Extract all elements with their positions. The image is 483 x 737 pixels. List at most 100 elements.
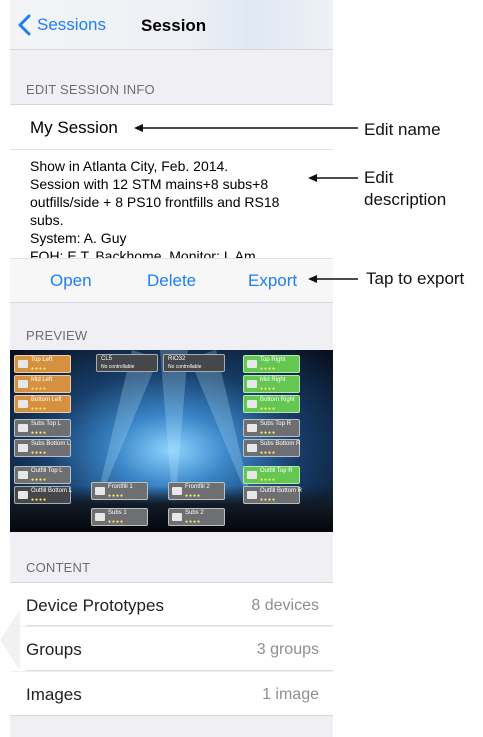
tile-sublabel: No controllable: [101, 364, 135, 370]
speaker-icon: [95, 487, 105, 495]
tile-label: Outfill Bottom L: [31, 488, 73, 494]
content-header: CONTENT: [26, 560, 91, 575]
status-dots: ●●●●: [185, 519, 202, 525]
status-dots: ●●●●: [260, 406, 277, 412]
status-dots: ●●●●: [260, 450, 277, 456]
tile-label: CL5: [101, 356, 113, 362]
status-dots: ●●●●: [31, 366, 48, 372]
tile-mid-left: Mid Left ●●●●: [14, 375, 71, 393]
annotation-tap-to-export: Tap to export: [366, 269, 465, 288]
tile-label: Subs 2: [185, 510, 204, 516]
content-row-device-prototypes[interactable]: Device Prototypes 8 devices: [10, 582, 333, 626]
content-row-groups[interactable]: Groups 3 groups: [10, 627, 333, 671]
delete-button[interactable]: Delete: [147, 271, 196, 291]
status-dots: ●●●●: [260, 366, 277, 372]
speaker-icon: [95, 513, 105, 521]
speaker-icon: [247, 491, 257, 499]
tile-label: Subs Bottom R: [260, 441, 301, 447]
row-label: Groups: [26, 640, 82, 659]
status-dots: ●●●●: [31, 497, 48, 503]
speaker-icon: [172, 487, 182, 495]
tile-label: Outfill Top R: [260, 468, 293, 474]
session-actions-bar: Open Delete Export: [10, 258, 333, 303]
tile-subs-bottom-r: Subs Bottom R ●●●●: [243, 439, 300, 457]
status-dots: ●●●●: [31, 386, 48, 392]
tile-outfill-top-r: Outfill Top R ●●●●: [243, 466, 300, 484]
tile-label: Subs Top R: [260, 421, 291, 427]
session-name-field[interactable]: My Session: [10, 104, 333, 149]
speaker-icon: [247, 444, 257, 452]
open-button[interactable]: Open: [50, 271, 92, 291]
tile-top-right: Top Right ●●●●: [243, 355, 300, 373]
tile-subs-2: Subs 2 ●●●●: [168, 508, 225, 526]
tile-cl5: CL5 No controllable: [96, 354, 158, 372]
status-dots: ●●●●: [108, 493, 125, 499]
tile-label: Subs Top L: [31, 421, 61, 427]
tile-label: Outfill Bottom R: [260, 488, 303, 494]
speaker-icon: [18, 400, 28, 408]
row-value: 3 groups: [256, 641, 319, 658]
content-row-images[interactable]: Images 1 image: [10, 672, 333, 716]
tile-label: Subs 1: [108, 510, 127, 516]
back-button[interactable]: Sessions: [16, 14, 106, 36]
row-value: 8 devices: [251, 597, 319, 614]
annotation-edit-description: Edit description: [364, 168, 447, 209]
tile-bottom-right: Bottom Right ●●●●: [243, 395, 300, 413]
status-dots: ●●●●: [31, 430, 48, 436]
tile-frontfill-2: Frontfill 2 ●●●●: [168, 482, 225, 500]
speaker-icon: [18, 424, 28, 432]
edit-session-info-header: EDIT SESSION INFO: [26, 82, 155, 97]
tile-label: Subs Bottom L: [31, 441, 71, 447]
status-dots: ●●●●: [31, 406, 48, 412]
tile-label: Top Left: [31, 357, 53, 363]
annotation-edit-name: Edit name: [364, 120, 441, 139]
status-dots: ●●●●: [260, 386, 277, 392]
speaker-icon: [247, 380, 257, 388]
tile-label: Outfill Top L: [31, 468, 63, 474]
tile-label: Frontfill 1: [108, 484, 133, 490]
status-dots: ●●●●: [260, 477, 277, 483]
status-dots: ●●●●: [260, 430, 277, 436]
back-button-label: Sessions: [37, 15, 106, 34]
speaker-icon: [18, 444, 28, 452]
session-preview-image[interactable]: Top Left ●●●● Mid Left ●●●● Bottom Left ●●●…: [10, 350, 333, 532]
speaker-icon: [18, 380, 28, 388]
speaker-icon: [247, 424, 257, 432]
session-description-text: Show in Atlanta City, Feb. 2014. Session…: [30, 158, 280, 258]
tile-top-left: Top Left ●●●●: [14, 355, 71, 373]
tile-sublabel: No controllable: [168, 364, 202, 370]
tile-label: RIO32: [168, 356, 186, 362]
status-dots: ●●●●: [260, 497, 277, 503]
status-dots: ●●●●: [31, 477, 48, 483]
tile-subs-top-r: Subs Top R ●●●●: [243, 419, 300, 437]
row-label: Device Prototypes: [26, 596, 164, 615]
tile-rio32: RIO32 No controllable: [163, 354, 225, 372]
session-name-text: My Session: [30, 118, 118, 137]
tile-bottom-left: Bottom Left ●●●●: [14, 395, 71, 413]
tile-subs-bottom-l: Subs Bottom L ●●●●: [14, 439, 71, 457]
page-title: Session: [141, 16, 207, 35]
row-value: 1 image: [262, 686, 319, 703]
tile-label: Bottom Left: [31, 397, 62, 403]
tile-outfill-top-l: Outfill Top L ●●●●: [14, 466, 71, 484]
speaker-icon: [247, 400, 257, 408]
speaker-icon: [18, 491, 28, 499]
row-divider: [26, 670, 333, 671]
status-dots: ●●●●: [185, 493, 202, 499]
navigation-bar: Sessions Session: [10, 0, 333, 50]
tile-outfill-bottom-l: Outfill Bottom L ●●●●: [14, 486, 73, 504]
session-description-field[interactable]: Show in Atlanta City, Feb. 2014. Session…: [10, 149, 333, 258]
tile-outfill-bottom-r: Outfill Bottom R ●●●●: [243, 486, 303, 504]
export-button[interactable]: Export: [248, 271, 297, 291]
status-dots: ●●●●: [108, 519, 125, 525]
session-screen: Sessions Session EDIT SESSION INFO My Se…: [10, 0, 333, 737]
speaker-icon: [247, 360, 257, 368]
preview-header: PREVIEW: [26, 328, 88, 343]
tile-label: Bottom Right: [260, 397, 295, 403]
chevron-left-icon: [18, 14, 31, 36]
status-dots: ●●●●: [31, 450, 48, 456]
tile-label: Frontfill 2: [185, 484, 210, 490]
tile-subs-1: Subs 1 ●●●●: [91, 508, 148, 526]
tile-label: Mid Left: [31, 377, 53, 383]
tile-mid-right: Mid Right ●●●●: [243, 375, 300, 393]
